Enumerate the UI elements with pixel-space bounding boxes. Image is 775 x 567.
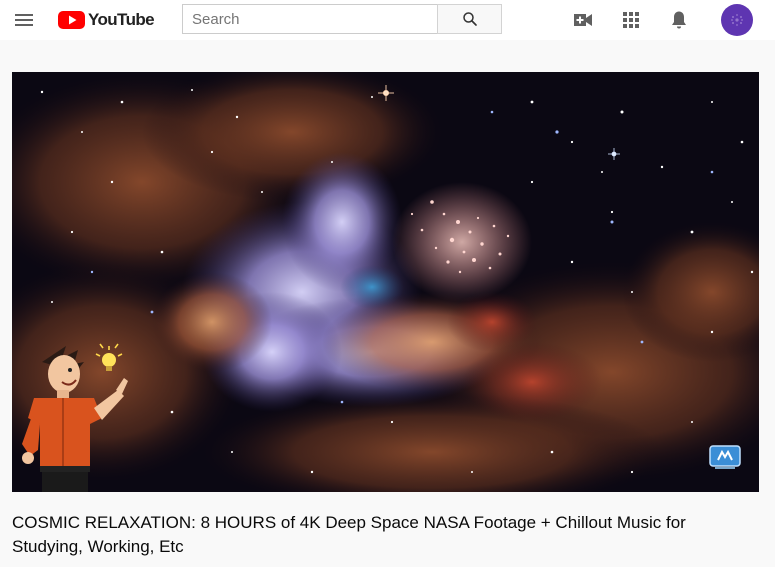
account-avatar[interactable] (721, 4, 753, 36)
create-video-icon (574, 14, 592, 26)
channel-logo-icon (709, 445, 741, 469)
video-frame (12, 72, 759, 492)
search-input[interactable] (182, 4, 437, 34)
logo-text: YouTube (88, 10, 155, 29)
apps-button[interactable] (619, 8, 643, 32)
notifications-button[interactable] (667, 8, 691, 32)
avatar-pattern-icon (731, 14, 743, 26)
video-title: COSMIC RELAXATION: 8 HOURS of 4K Deep Sp… (12, 513, 686, 556)
masthead: YouTube (0, 0, 775, 40)
notifications-bell-icon (672, 11, 686, 29)
create-video-button[interactable] (571, 8, 595, 32)
video-player[interactable] (12, 72, 759, 492)
youtube-logo-icon (58, 11, 85, 29)
menu-icon (15, 14, 33, 26)
menu-button[interactable] (12, 8, 36, 32)
youtube-logo[interactable]: YouTube (58, 10, 155, 30)
search-icon (462, 12, 477, 26)
search-button[interactable] (437, 4, 502, 34)
apps-grid-icon (623, 12, 639, 28)
